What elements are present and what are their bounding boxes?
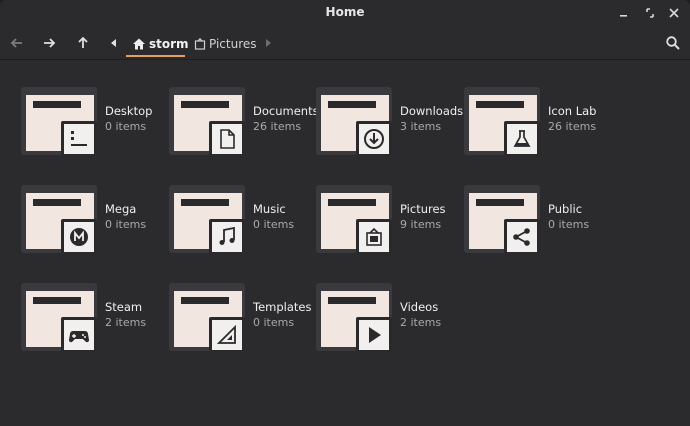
folder-item-count: 2 items: [105, 316, 147, 329]
minimize-button[interactable]: [615, 4, 633, 22]
window-title: Home: [325, 5, 365, 19]
download-icon: [364, 129, 384, 149]
folder-item-count: 0 items: [253, 316, 295, 329]
forward-button[interactable]: [38, 32, 60, 54]
template-icon: [216, 324, 236, 344]
flask-icon: [513, 130, 531, 147]
up-button[interactable]: [72, 32, 94, 54]
play-icon: [369, 327, 381, 343]
folder-item-count: 3 items: [400, 120, 442, 133]
folder-item-count: 0 items: [105, 120, 147, 133]
search-button[interactable]: [662, 32, 684, 54]
folder-icon-lab[interactable]: Icon Lab 26 items: [464, 87, 612, 163]
breadcrumb-scroll-right[interactable]: [259, 32, 277, 54]
triangle-left-icon: [111, 39, 116, 47]
share-icon: [513, 228, 530, 246]
arrow-right-icon: [44, 38, 56, 48]
breadcrumb-pictures[interactable]: Pictures: [193, 33, 257, 55]
document-icon: [220, 129, 235, 149]
folder-name: Documents: [253, 104, 319, 118]
folder-item-count: 0 items: [253, 218, 295, 231]
folder-templates[interactable]: Templates 0 items: [169, 283, 317, 359]
folder-name: Mega: [105, 202, 137, 216]
gamepad-icon: [68, 331, 90, 343]
folder-item-count: 0 items: [105, 218, 147, 231]
file-manager-window: Home storm Pictures Desktop 0 items Docu…: [0, 0, 690, 426]
folder-downloads[interactable]: Downloads 3 items: [316, 87, 464, 163]
folder-pictures[interactable]: Pictures 9 items: [316, 185, 464, 261]
folder-item-count: 26 items: [253, 120, 302, 133]
folder-name: Steam: [105, 300, 143, 314]
picture-icon: [194, 37, 206, 50]
folder-videos[interactable]: Videos 2 items: [316, 283, 464, 359]
folder-public[interactable]: Public 0 items: [464, 185, 612, 261]
breadcrumb-scroll-left[interactable]: [105, 32, 123, 54]
title-bar[interactable]: Home: [0, 0, 690, 26]
folder-grid: Desktop 0 items Documents 26 items Downl…: [0, 61, 690, 426]
toolbar: storm Pictures: [0, 26, 690, 60]
maximize-icon: [646, 8, 654, 18]
folder-name: Templates: [253, 300, 312, 314]
folder-item-count: 9 items: [400, 218, 442, 231]
folder-name: Pictures: [400, 202, 446, 216]
back-button[interactable]: [6, 32, 28, 54]
folder-name: Icon Lab: [548, 104, 597, 118]
folder-item-count: 0 items: [548, 218, 590, 231]
breadcrumb-label: Pictures: [209, 37, 257, 51]
mega-icon: [70, 228, 88, 246]
arrow-left-icon: [10, 38, 22, 48]
folder-item-count: 2 items: [400, 316, 442, 329]
minimize-icon: [620, 15, 627, 17]
folder-documents[interactable]: Documents 26 items: [169, 87, 319, 163]
folder-item-count: 26 items: [548, 120, 597, 133]
home-icon: [133, 38, 145, 50]
triangle-right-icon: [266, 39, 271, 47]
close-button[interactable]: [665, 4, 683, 22]
folder-name: Downloads: [400, 104, 464, 118]
active-breadcrumb-indicator: [126, 55, 185, 57]
folder-name: Music: [253, 202, 286, 216]
folder-steam[interactable]: Steam 2 items: [21, 283, 169, 359]
close-icon: [669, 8, 679, 18]
folder-mega[interactable]: Mega 0 items: [21, 185, 169, 261]
breadcrumb-label: storm: [149, 37, 189, 51]
folder-music[interactable]: Music 0 items: [169, 185, 317, 261]
picture-icon: [366, 227, 382, 246]
music-note-icon: [219, 226, 235, 245]
folder-name: Public: [548, 202, 583, 216]
breadcrumb-home[interactable]: storm: [132, 33, 189, 55]
desktop-icon: [71, 131, 87, 146]
search-icon: [666, 36, 680, 50]
maximize-button[interactable]: [641, 4, 659, 22]
arrow-up-icon: [78, 36, 88, 48]
folder-name: Videos: [400, 300, 439, 314]
folder-name: Desktop: [105, 104, 153, 118]
folder-desktop[interactable]: Desktop 0 items: [21, 87, 169, 163]
